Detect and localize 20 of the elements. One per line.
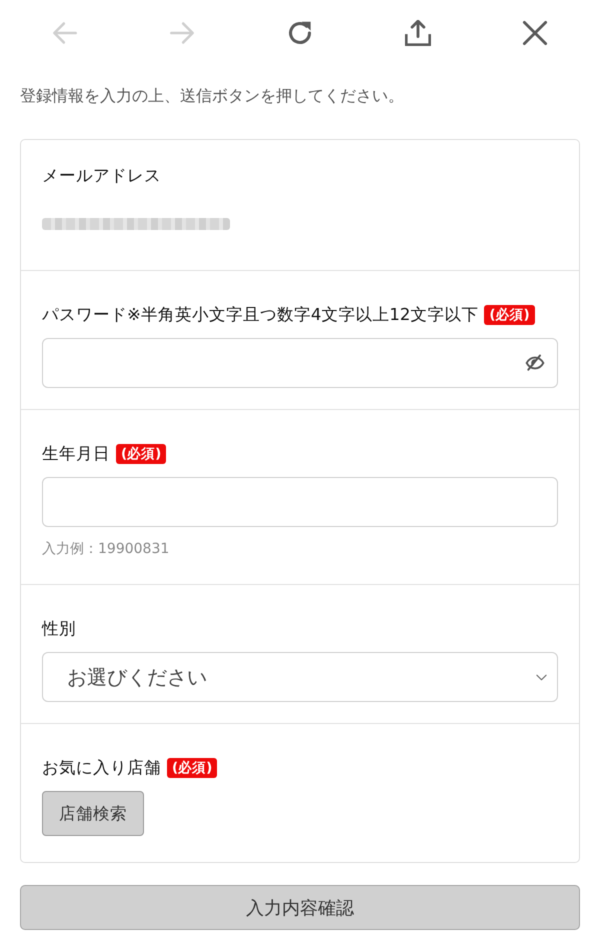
field-label: 生年月日 (42, 443, 110, 465)
field-label: パスワード※半角英小文字且つ数字4文字以上12文字以下 (42, 304, 478, 326)
password-field[interactable] (42, 338, 558, 388)
required-badge: (必須) (116, 444, 166, 464)
required-badge: (必須) (484, 305, 535, 325)
confirm-button[interactable]: 入力内容確認 (20, 885, 580, 930)
required-badge: (必須) (167, 758, 218, 778)
field-label: メールアドレス (42, 165, 161, 187)
field-label: お気に入り店舗 (42, 757, 161, 779)
reload-icon[interactable] (286, 20, 313, 46)
intro-text: 登録情報を入力の上、送信ボタンを押してください。 (20, 85, 405, 107)
eye-slash-icon[interactable] (525, 353, 545, 373)
close-icon[interactable] (522, 20, 548, 46)
store-search-button[interactable]: 店舗検索 (42, 791, 144, 836)
share-icon[interactable] (404, 20, 431, 46)
birthday-field[interactable] (42, 477, 558, 527)
gender-select[interactable]: お選びください (42, 652, 558, 702)
field-label: 性別 (42, 618, 76, 640)
chevron-down-icon[interactable] (536, 674, 547, 680)
input-example-hint: 入力例：19900831 (42, 540, 170, 559)
